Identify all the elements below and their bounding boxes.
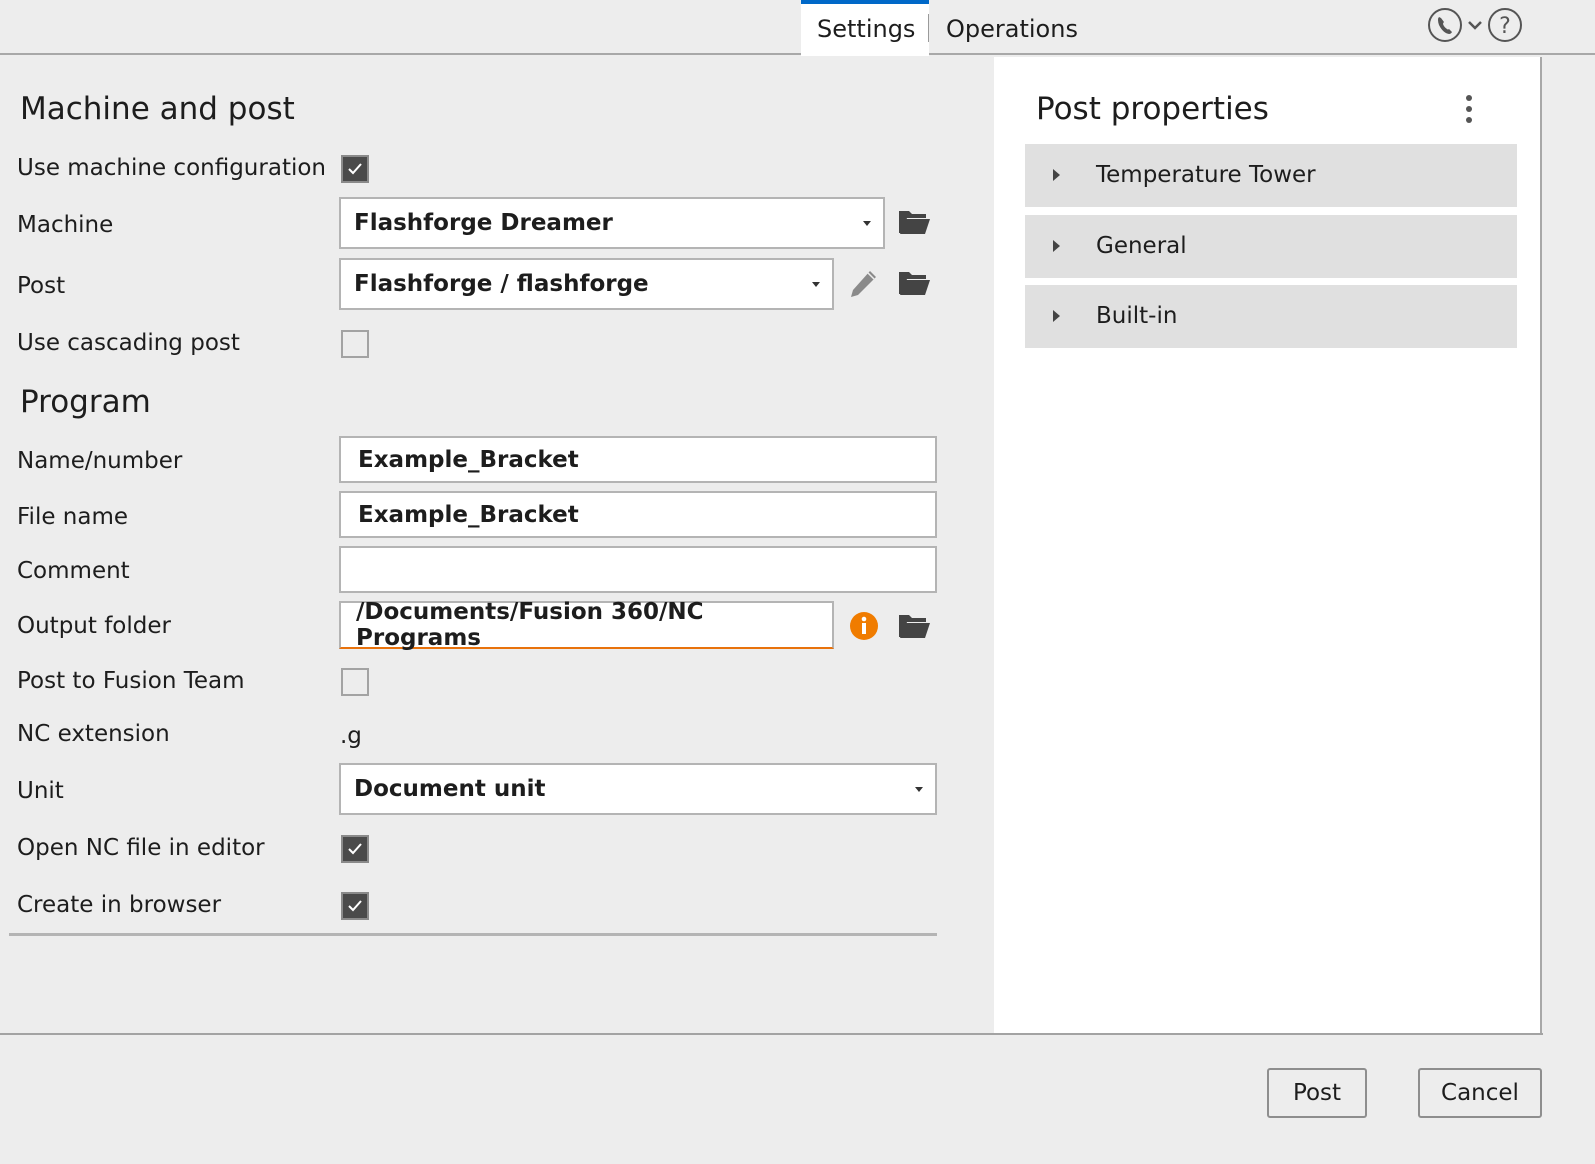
divider — [9, 933, 937, 936]
property-group-general[interactable]: General — [1025, 215, 1517, 278]
footer-divider — [0, 1033, 1543, 1035]
name-number-label: Name/number — [17, 448, 183, 474]
output-folder-icon[interactable] — [897, 611, 931, 645]
section-title-machine-and-post: Machine and post — [20, 91, 295, 127]
open-nc-in-editor-label: Open NC file in editor — [17, 835, 265, 861]
machine-folder-icon[interactable] — [897, 207, 931, 241]
use-cascading-post-label: Use cascading post — [17, 330, 240, 356]
name-number-input[interactable]: Example_Bracket — [339, 436, 937, 483]
post-button[interactable]: Post — [1267, 1068, 1367, 1118]
post-label: Post — [17, 273, 66, 299]
tab-settings[interactable]: Settings — [801, 0, 929, 56]
use-cascading-post-checkbox[interactable] — [341, 330, 369, 358]
output-folder-value: /Documents/Fusion 360/NC Programs — [356, 599, 704, 651]
expand-triangle-icon — [1053, 310, 1060, 322]
comment-input[interactable] — [339, 546, 937, 593]
property-group-temperature-tower[interactable]: Temperature Tower — [1025, 144, 1517, 207]
output-folder-label: Output folder — [17, 613, 171, 639]
machine-select[interactable]: Flashforge Dreamer — [339, 197, 885, 249]
expand-triangle-icon — [1053, 240, 1060, 252]
checkmark-icon — [348, 900, 362, 912]
svg-text:?: ? — [1499, 14, 1511, 39]
name-number-value: Example_Bracket — [358, 446, 579, 473]
post-select[interactable]: Flashforge / flashforge — [339, 258, 834, 310]
machine-value: Flashforge Dreamer — [354, 210, 613, 236]
nc-extension-label: NC extension — [17, 721, 170, 747]
create-in-browser-checkbox[interactable] — [341, 892, 369, 920]
file-name-label: File name — [17, 504, 129, 530]
output-folder-input[interactable]: /Documents/Fusion 360/NC Programs — [339, 599, 834, 651]
property-group-label: Built-in — [1096, 303, 1178, 329]
tab-separator — [928, 14, 929, 42]
create-in-browser-label: Create in browser — [17, 892, 222, 918]
file-name-value: Example_Bracket — [358, 501, 579, 528]
post-to-fusion-team-label: Post to Fusion Team — [17, 668, 245, 694]
nc-extension-value: .g — [340, 723, 362, 749]
post-properties-title: Post properties — [1036, 91, 1269, 127]
unit-value: Document unit — [354, 776, 546, 802]
post-folder-icon[interactable] — [897, 268, 931, 302]
phone-icon[interactable] — [1426, 6, 1464, 48]
open-nc-in-editor-checkbox[interactable] — [341, 835, 369, 863]
property-group-label: Temperature Tower — [1096, 162, 1316, 188]
file-name-input[interactable]: Example_Bracket — [339, 491, 937, 538]
dropdown-caret-icon — [863, 221, 871, 226]
more-options-icon[interactable] — [1462, 95, 1476, 129]
property-group-built-in[interactable]: Built-in — [1025, 285, 1517, 348]
expand-triangle-icon — [1053, 169, 1060, 181]
tab-operations[interactable]: Operations — [930, 0, 1094, 55]
post-to-fusion-team-checkbox[interactable] — [341, 668, 369, 696]
info-warning-icon[interactable] — [849, 611, 879, 645]
use-machine-configuration-label: Use machine configuration — [17, 155, 326, 181]
post-properties-pane: Post properties Temperature Tower Genera… — [994, 57, 1542, 1034]
section-title-program: Program — [20, 384, 151, 420]
chevron-down-icon[interactable] — [1466, 6, 1484, 48]
help-icon[interactable]: ? — [1486, 6, 1524, 48]
unit-label: Unit — [17, 778, 64, 804]
use-machine-configuration-checkbox[interactable] — [341, 155, 369, 183]
unit-select[interactable]: Document unit — [339, 763, 937, 815]
dropdown-caret-icon — [812, 282, 820, 287]
dropdown-caret-icon — [915, 787, 923, 792]
property-group-label: General — [1096, 233, 1187, 259]
checkmark-icon — [348, 843, 362, 855]
checkmark-icon — [348, 163, 362, 175]
comment-label: Comment — [17, 558, 130, 584]
settings-pane: Machine and post Use machine configurati… — [0, 57, 994, 1034]
top-bar: Settings Operations ? — [0, 0, 1595, 56]
edit-post-pencil-icon[interactable] — [846, 267, 880, 305]
cancel-button[interactable]: Cancel — [1418, 1068, 1542, 1118]
top-icons: ? — [1426, 8, 1524, 46]
machine-label: Machine — [17, 212, 114, 238]
post-value: Flashforge / flashforge — [354, 271, 649, 297]
